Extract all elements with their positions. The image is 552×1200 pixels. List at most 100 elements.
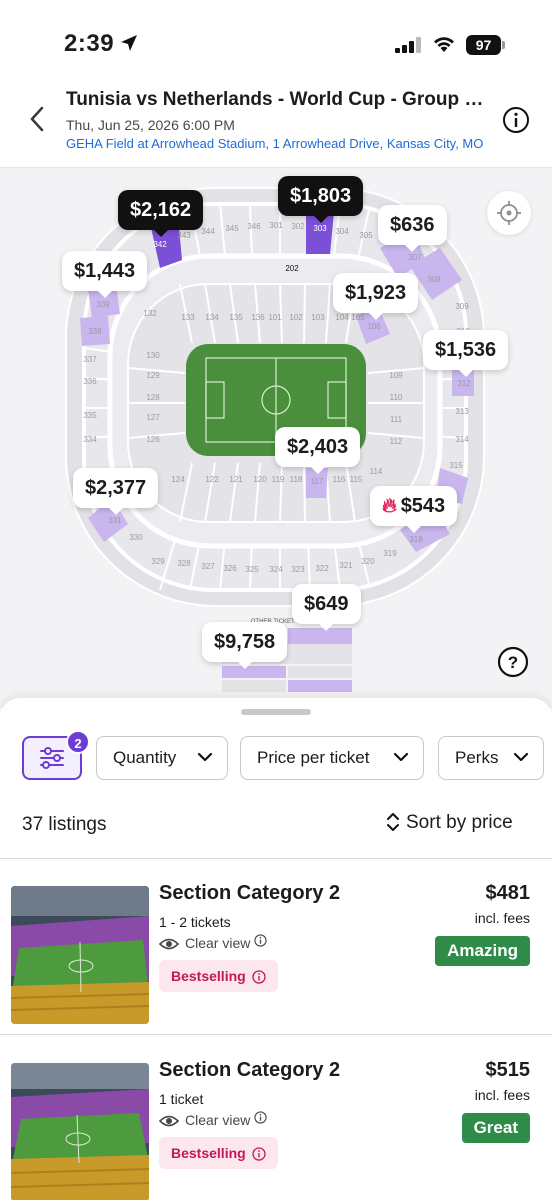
svg-text:130: 130 [146,351,160,360]
svg-text:321: 321 [339,561,353,570]
listing-view-info: Clear view [158,1111,273,1129]
svg-text:331: 331 [108,516,122,525]
listing-fees-note: incl. fees [474,1087,530,1103]
section-view-photo [11,886,149,1024]
help-icon[interactable]: ? [497,646,529,678]
svg-text:120: 120 [253,475,267,484]
svg-text:309: 309 [455,302,469,311]
listing-fees-note: incl. fees [474,910,530,926]
listing-card[interactable]: Section Category 2 1 - 2 tickets Clear v… [0,858,552,1034]
svg-text:305: 305 [359,231,373,240]
price-pin-303[interactable]: $1,803 [278,176,364,223]
svg-text:326: 326 [223,564,237,573]
svg-text:122: 122 [205,475,219,484]
location-arrow-icon [121,35,137,51]
price-pin-other-1[interactable]: $649 [292,584,361,631]
price-pin-117[interactable]: $2,403 [275,427,361,474]
svg-text:133: 133 [181,313,195,322]
svg-text:327: 327 [201,562,215,571]
chevron-down-icon [197,752,213,762]
sort-button[interactable]: Sort by price [386,812,513,834]
price-pin-331[interactable]: $2,377 [73,468,159,515]
sort-label: Sort by price [406,812,513,833]
svg-text:329: 329 [151,557,165,566]
event-header: Tunisia vs Netherlands - World Cup - Gro… [0,80,552,168]
chevron-down-icon [393,752,409,762]
perks-filter-chip[interactable]: Perks [438,736,544,780]
svg-text:322: 322 [315,564,329,573]
svg-text:330: 330 [129,533,143,542]
info-icon[interactable] [254,1111,267,1124]
svg-text:111: 111 [390,415,403,424]
price-filter-chip[interactable]: Price per ticket [240,736,424,780]
svg-text:126: 126 [146,435,160,444]
price-pin-318[interactable]: 🔥︎ $543 [370,486,458,533]
bestselling-badge[interactable]: Bestselling [159,1137,278,1169]
listing-count: 37 listings [22,814,107,835]
quantity-filter-chip[interactable]: Quantity [96,736,228,780]
svg-text:101: 101 [268,313,282,322]
svg-text:323: 323 [291,565,305,574]
flame-icon: 🔥︎ [382,495,397,517]
chevron-down-icon [513,752,529,762]
status-time: 2:39 [64,30,115,57]
listing-title: Section Category 2 [159,1059,341,1081]
svg-text:343: 343 [177,231,191,240]
status-bar: 2:39 97 [0,0,552,88]
info-icon[interactable] [502,106,530,134]
recenter-button[interactable] [487,191,531,235]
price-pin-339[interactable]: $1,443 [62,251,148,298]
section-view-photo [11,1063,149,1200]
listing-price: $515 [485,1059,531,1081]
venue-link[interactable]: GEHA Field at Arrowhead Stadium, 1 Arrow… [66,136,486,151]
svg-text:303: 303 [313,224,327,233]
svg-text:328: 328 [177,559,191,568]
event-datetime: Thu, Jun 25, 2026 6:00 PM [66,117,235,133]
svg-text:129: 129 [146,371,160,380]
deal-rating-badge: Great [461,1113,530,1143]
svg-text:109: 109 [389,371,403,380]
listings-sheet: 2 Quantity Price per ticket Perks 37 lis… [0,698,552,1200]
price-pin-342[interactable]: $2,162 [118,190,204,237]
info-icon[interactable] [254,934,267,947]
svg-text:344: 344 [201,227,215,236]
svg-text:335: 335 [83,411,97,420]
svg-text:302: 302 [291,222,305,231]
quantity-chip-label: Quantity [113,748,177,767]
svg-text:116: 116 [333,475,346,484]
svg-text:124: 124 [171,475,185,484]
eye-icon [158,1115,180,1127]
price-chip-label: Price per ticket [257,748,370,767]
svg-text:121: 121 [229,475,243,484]
svg-text:325: 325 [245,565,259,574]
listing-view-info: Clear view [158,934,273,952]
svg-text:112: 112 [390,437,403,446]
svg-text:346: 346 [247,222,261,231]
svg-text:117: 117 [311,477,324,486]
back-chevron-icon[interactable] [24,102,52,136]
listing-quantity: 1 ticket [159,1091,204,1107]
svg-text:134: 134 [205,313,219,322]
sort-arrows-icon [387,813,399,831]
info-icon [252,970,266,984]
info-icon [252,1147,266,1161]
active-filter-count-badge: 2 [66,730,90,754]
svg-text:324: 324 [269,565,283,574]
svg-text:337: 337 [83,355,97,364]
cellular-signal-icon [395,37,421,53]
listing-card[interactable]: Section Category 2 1 ticket Clear view B… [0,1035,552,1200]
svg-text:313: 313 [455,407,469,416]
price-pin-other-2[interactable]: $9,758 [202,622,288,669]
deal-rating-badge: Amazing [435,936,530,966]
price-pin-307[interactable]: $636 [378,205,447,252]
svg-text:318: 318 [409,535,423,544]
seating-map[interactable]: 342 343 344 345 346 301 302 303 304 305 307 308 33… [0,168,552,708]
bestselling-badge[interactable]: Bestselling [159,960,278,992]
svg-text:314: 314 [455,435,469,444]
svg-text:105: 105 [351,313,365,322]
listing-title: Section Category 2 [159,882,341,904]
price-pin-106[interactable]: $1,923 [333,273,419,320]
sheet-grabber[interactable] [241,709,311,715]
svg-text:334: 334 [83,435,97,444]
price-pin-312[interactable]: $1,536 [423,330,509,377]
